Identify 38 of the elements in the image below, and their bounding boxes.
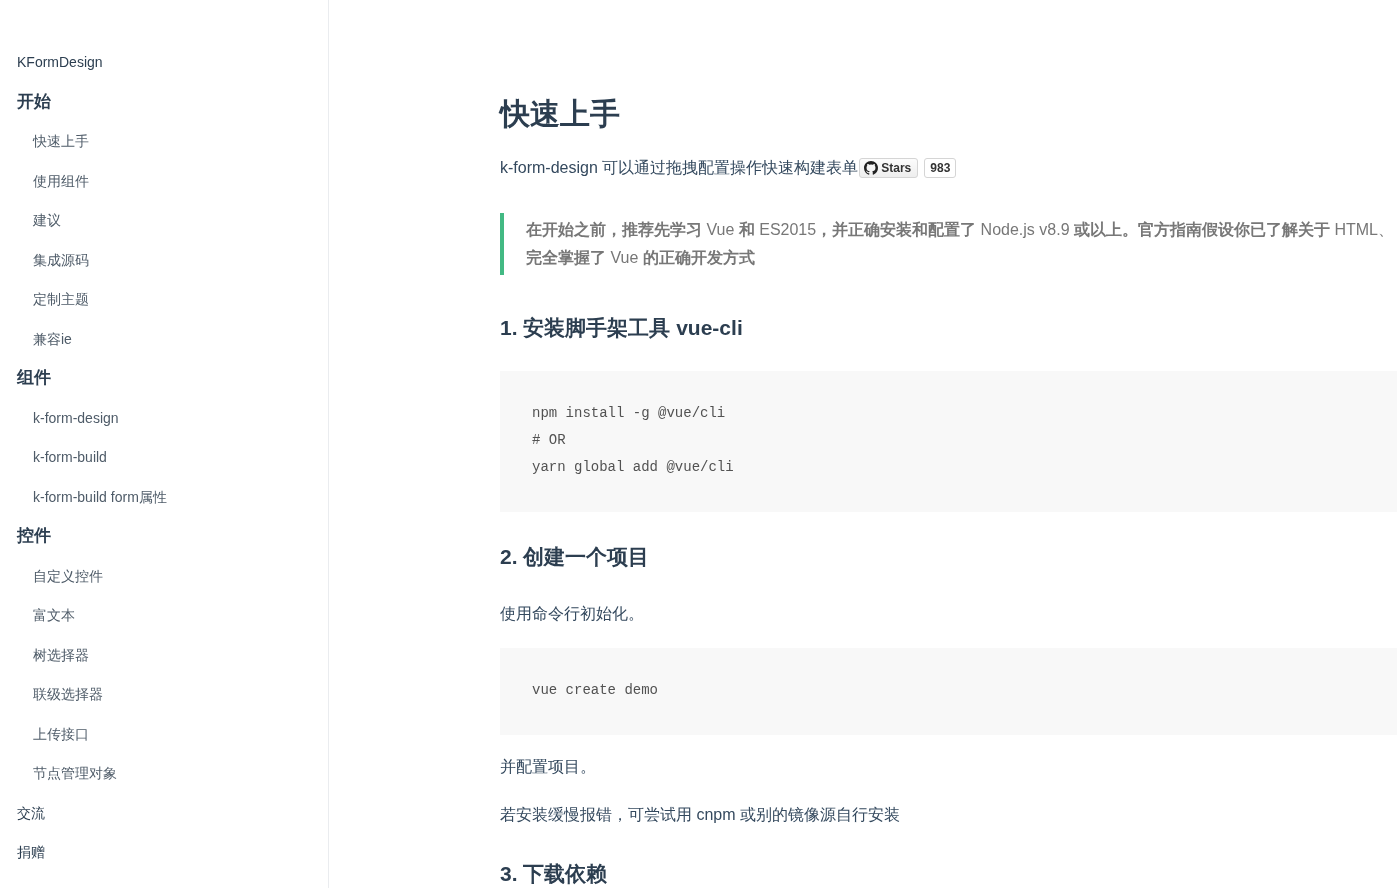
nav-link[interactable]: 捐赠 xyxy=(0,842,45,862)
code-line: yarn global add @vue/cli xyxy=(532,458,735,477)
star-count[interactable]: 983 xyxy=(924,158,957,178)
nav-link[interactable]: 集成源码 xyxy=(0,249,89,270)
nav-link[interactable]: 使用组件 xyxy=(0,170,89,191)
nav-link[interactable]: 树选择器 xyxy=(0,644,89,665)
page-title: 快速上手 xyxy=(500,96,621,132)
nav-link[interactable]: 富文本 xyxy=(0,605,75,625)
nav-link[interactable]: 自定义控件 xyxy=(0,565,103,586)
nav-link[interactable]: 定制主题 xyxy=(0,289,89,309)
tip-text: 在开始之前，推荐先学习 Vue 和 ES2015，并正确安装和配置了 Node.js v8.9 或以上。官方指南假设你已了解关于 HTML、 xyxy=(526,220,1395,240)
paragraph: 若安装缓慢报错，可尝试用 cnpm 或别的镜像源自行安装 xyxy=(500,805,901,825)
stars-button[interactable]: Stars xyxy=(859,158,919,178)
github-icon xyxy=(864,161,879,175)
code-line: npm install -g @vue/cli xyxy=(532,404,727,423)
nav-link[interactable]: 兼容ie xyxy=(0,328,72,349)
nav-link[interactable]: 建议 xyxy=(0,210,61,230)
nav-link[interactable]: k-form-build form属性 xyxy=(0,486,167,507)
section-heading: 1. 安装脚手架工具 vue-cli xyxy=(500,315,744,341)
section-heading: 2. 创建一个项目 xyxy=(500,544,651,570)
nav-group-title: 控件 xyxy=(15,526,51,546)
nav-link[interactable]: 交流 xyxy=(0,802,45,823)
nav-group-title: 组件 xyxy=(16,368,51,388)
code-line: vue create demo xyxy=(532,681,660,700)
nav-link[interactable]: 联级选择器 xyxy=(0,684,103,704)
section-heading: 3. 下载依赖 xyxy=(500,861,609,887)
nav-group-title: 开始 xyxy=(16,91,51,112)
nav-link[interactable]: k-form-design xyxy=(0,407,119,428)
nav-link[interactable]: KFormDesign xyxy=(0,52,103,72)
code-line: # OR xyxy=(532,431,567,450)
nav-link[interactable]: 节点管理对象 xyxy=(0,763,117,783)
nav-link[interactable]: k-form-build xyxy=(0,447,107,467)
nav-link[interactable]: 上传接口 xyxy=(0,723,89,744)
nav-link[interactable]: 快速上手 xyxy=(0,131,89,151)
intro-text: k-form-design 可以通过拖拽配置操作快速构建表单 xyxy=(500,157,859,178)
tip-text: 完全掌握了 Vue 的正确开发方式 xyxy=(526,248,756,268)
paragraph: 使用命令行初始化。 xyxy=(500,604,645,624)
paragraph: 并配置项目。 xyxy=(500,757,597,777)
